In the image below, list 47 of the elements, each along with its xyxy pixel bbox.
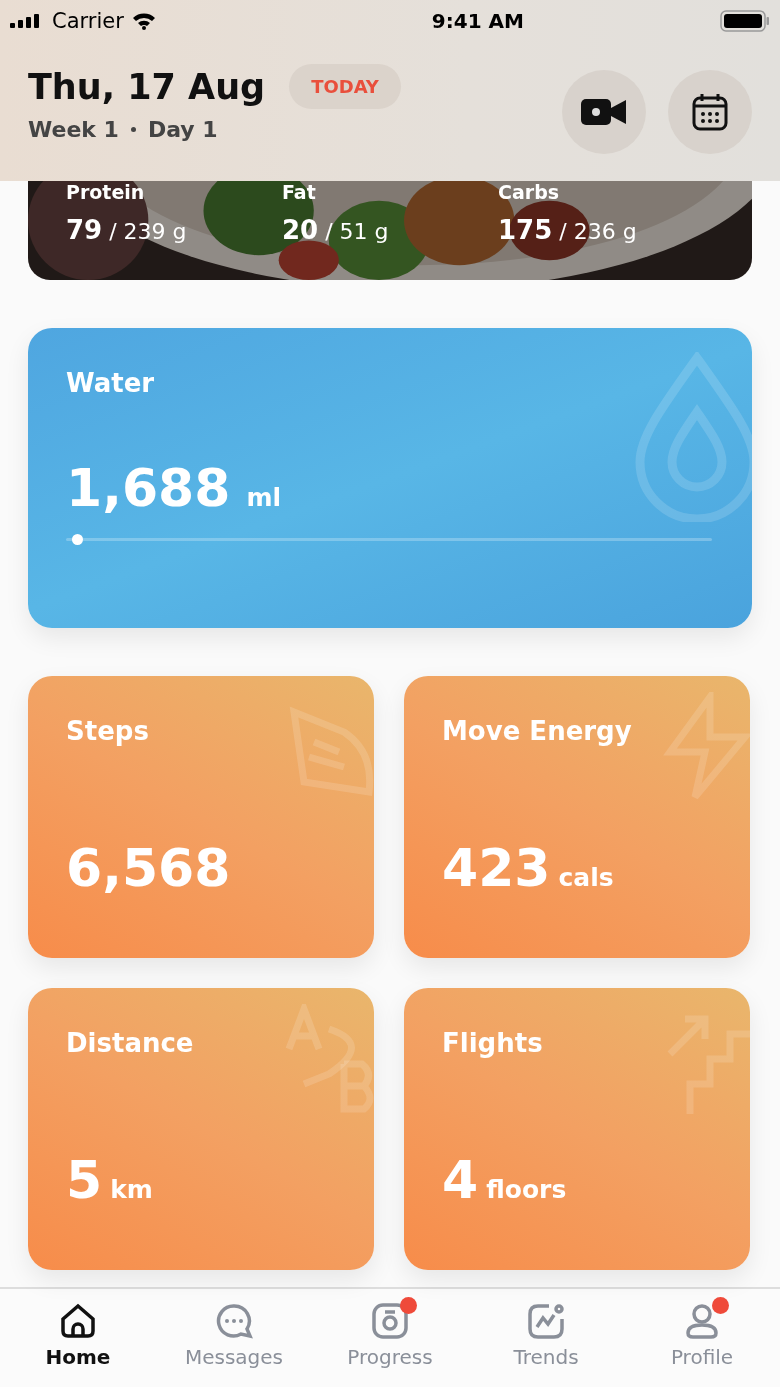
stat-unit: cals (558, 863, 614, 892)
tab-item[interactable]: Home (3, 1289, 153, 1387)
stat-title: Move Energy (442, 716, 633, 746)
camera-icon (371, 1303, 409, 1339)
day-label: Day 1 (147, 117, 218, 142)
stat-title: Steps (66, 716, 150, 746)
route-icon (284, 1004, 374, 1114)
stat-card[interactable]: Distance 5 km (28, 988, 374, 1270)
today-badge: TODAY (289, 64, 401, 109)
stat-value: 423 (442, 838, 551, 898)
water-amount: 1,688 (66, 458, 231, 518)
stat-card[interactable]: Flights 4 floors (404, 988, 750, 1270)
home-icon (59, 1303, 97, 1339)
person-icon (683, 1303, 721, 1339)
stat-card[interactable]: Move Energy 423 cals (404, 676, 750, 958)
stat-value: 4 (442, 1150, 479, 1210)
tab-item[interactable]: Progress (315, 1289, 465, 1387)
stat-unit: km (110, 1175, 153, 1204)
trend-chart-icon (527, 1303, 565, 1339)
slider-thumb[interactable] (72, 534, 84, 545)
stat-value: 5 (66, 1150, 103, 1210)
water-title: Water (66, 368, 156, 398)
carrier-name: Carrier (52, 9, 124, 33)
tab-item[interactable]: Messages (159, 1289, 309, 1387)
date-title: Thu, 17 Aug (28, 66, 266, 107)
calendar-icon (692, 93, 728, 131)
macro-label: Carbs (498, 181, 561, 203)
tab-item[interactable]: Trends (471, 1289, 621, 1387)
lightning-icon (660, 692, 750, 802)
macro-amount: 79 / 239 g (66, 215, 188, 245)
battery-icon (720, 10, 770, 32)
wifi-icon (131, 12, 156, 30)
stat-unit: floors (486, 1175, 567, 1204)
stat-value: 6,568 (66, 838, 231, 898)
water-card[interactable]: Water 1,688 ml (28, 328, 752, 628)
chat-bubble-icon (215, 1303, 253, 1339)
week-label: Week 1 (28, 117, 119, 142)
stat-card[interactable]: Steps 6,568 (28, 676, 374, 958)
water-unit: ml (246, 483, 282, 512)
tab-item[interactable]: Profile (627, 1289, 777, 1387)
video-camera-icon (581, 97, 627, 127)
clock-time: 9:41 AM (431, 9, 524, 33)
macro-label: Fat (282, 181, 317, 203)
separator-dot (130, 127, 136, 132)
stat-title: Flights (442, 1028, 544, 1058)
stat-title: Distance (66, 1028, 195, 1058)
macro-label: Protein (66, 181, 146, 203)
